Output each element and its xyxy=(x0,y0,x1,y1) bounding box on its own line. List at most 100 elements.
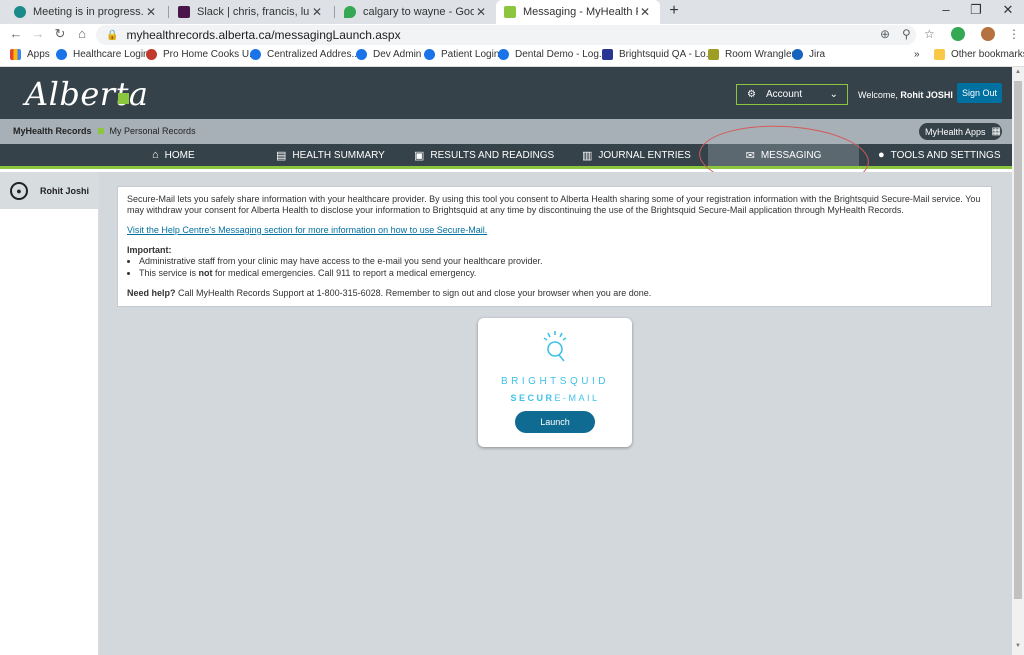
back-icon[interactable]: ← xyxy=(8,26,24,41)
browser-tab[interactable]: calgary to wayne - Google Maps ✕ xyxy=(336,0,496,24)
address-bar: ← → ↻ ⌂ 🔒 myhealthrecords.alberta.ca/mes… xyxy=(0,24,1024,46)
intro-text: Secure-Mail lets you safely share inform… xyxy=(127,194,981,215)
page-scrollbar[interactable]: ▲ ▼ xyxy=(1012,67,1024,655)
nav-tools-and-settings[interactable]: ● TOOLS AND SETTINGS xyxy=(878,144,1001,166)
new-tab-button[interactable]: + xyxy=(666,2,682,20)
account-label: Account xyxy=(765,89,803,100)
bookmark-item[interactable]: Jira xyxy=(792,49,825,60)
left-sidebar: ● Rohit Joshi xyxy=(0,172,99,655)
bookmarks-bar: Apps Healthcare Login Pro Home Cooks U..… xyxy=(0,46,1024,67)
browser-tab-strip: Meeting is in progress... ✕ Slack | chri… xyxy=(0,0,1024,24)
menu-dots-icon[interactable]: ⋮ xyxy=(1008,27,1020,41)
user-avatar-icon: ● xyxy=(10,181,28,200)
bookmark-icon xyxy=(56,49,67,60)
forward-icon[interactable]: → xyxy=(30,26,46,41)
breadcrumb-bar: MyHealth Records My Personal Records MyH… xyxy=(0,119,1012,144)
welcome-text: Welcome, Rohit JOSHI xyxy=(858,90,953,100)
user-name: Rohit JOSHI xyxy=(900,90,953,100)
scrollbar-thumb[interactable] xyxy=(1014,81,1022,599)
reload-icon[interactable]: ↻ xyxy=(52,26,68,42)
alberta-logo[interactable]: Alberta xyxy=(25,75,149,113)
bookmark-star-icon[interactable]: ☆ xyxy=(924,27,935,41)
important-list: Administrative staff from your clinic ma… xyxy=(139,256,982,279)
close-tab-icon[interactable]: ✕ xyxy=(638,5,652,19)
close-tab-icon[interactable]: ✕ xyxy=(310,5,324,19)
need-help-text: Need help? Call MyHealth Records Support… xyxy=(127,288,652,298)
help-centre-link[interactable]: Visit the Help Centre's Messaging sectio… xyxy=(127,225,487,235)
other-bookmarks[interactable]: Other bookmarks xyxy=(934,49,1024,60)
summary-icon: ▤ xyxy=(276,149,287,162)
bookmark-item[interactable]: Dental Demo - Log... xyxy=(498,49,607,60)
breadcrumb-current: My Personal Records xyxy=(109,126,196,136)
tab-title: Slack | chris, francis, luiz, mark.ey xyxy=(197,6,310,18)
nav-journal-entries[interactable]: ▥ JOURNAL ENTRIES xyxy=(582,144,691,166)
browser-tab[interactable]: Meeting is in progress... ✕ xyxy=(6,0,166,24)
url-field[interactable]: 🔒 myhealthrecords.alberta.ca/messagingLa… xyxy=(96,25,916,45)
extension-icon[interactable] xyxy=(951,27,965,41)
bookmarks-overflow-button[interactable]: » xyxy=(914,49,920,60)
list-item: This service is not for medical emergenc… xyxy=(139,268,982,279)
nav-home[interactable]: ⌂ HOME xyxy=(152,144,195,166)
bookmark-icon xyxy=(708,49,719,60)
bookmark-item[interactable]: Brightsquid QA - Lo... xyxy=(602,49,714,60)
secure-mail-info: Secure-Mail lets you safely share inform… xyxy=(117,186,992,307)
scroll-down-icon[interactable]: ▼ xyxy=(1012,643,1024,649)
bookmark-item[interactable]: Centralized Addres... xyxy=(250,49,360,60)
home-browser-icon[interactable]: ⌂ xyxy=(74,26,90,41)
myhealth-apps-button[interactable]: MyHealth Apps ▦ xyxy=(919,123,1002,140)
browser-tab-active[interactable]: Messaging - MyHealth Records ✕ xyxy=(496,0,660,24)
bookmark-icon xyxy=(792,49,803,60)
sign-out-button[interactable]: Sign Out xyxy=(957,83,1002,103)
tab-title: Meeting is in progress... xyxy=(33,6,144,18)
bookmark-item[interactable]: Healthcare Login xyxy=(56,49,149,60)
breadcrumb: MyHealth Records My Personal Records xyxy=(13,126,196,136)
myhealth-favicon-icon xyxy=(504,6,516,18)
profile-item[interactable]: ● Rohit Joshi xyxy=(0,172,99,209)
browser-tab[interactable]: Slack | chris, francis, luiz, mark.ey ✕ xyxy=(170,0,332,24)
lock-icon: 🔒 xyxy=(106,29,119,41)
apps-grid-icon: ▦ xyxy=(991,126,1001,137)
url-text: myhealthrecords.alberta.ca/messagingLaun… xyxy=(126,28,401,42)
launch-button[interactable]: Launch xyxy=(515,411,595,433)
bookmark-icon xyxy=(250,49,261,60)
bookmark-item[interactable]: Pro Home Cooks U... xyxy=(146,49,257,60)
brightsquid-card: BRIGHTSQUID SECURE-MAIL Launch xyxy=(478,318,632,447)
close-tab-icon[interactable]: ✕ xyxy=(474,5,488,19)
home-icon: ⌂ xyxy=(152,149,159,161)
slack-favicon-icon xyxy=(178,6,190,18)
bookmark-icon xyxy=(602,49,613,60)
important-heading: Important: xyxy=(127,245,172,255)
bookmark-icon xyxy=(146,49,157,60)
site-header: Alberta ⚙ Account ⌄ Welcome, Rohit JOSHI… xyxy=(0,67,1012,119)
bookmark-icon xyxy=(424,49,435,60)
install-icon[interactable]: ⊕ xyxy=(880,27,890,41)
zoom-icon[interactable]: ⚲ xyxy=(902,27,911,41)
secure-email-label: SECURE-MAIL xyxy=(510,393,600,403)
folder-icon xyxy=(934,49,945,60)
bookmark-icon xyxy=(498,49,509,60)
scroll-up-icon[interactable]: ▲ xyxy=(1012,69,1024,75)
profile-name: Rohit Joshi xyxy=(40,185,89,196)
bookmark-item[interactable]: Room Wrangler xyxy=(708,49,795,60)
account-dropdown[interactable]: ⚙ Account ⌄ xyxy=(736,84,848,105)
bookmark-item[interactable]: Dev Admin xyxy=(356,49,421,60)
profile-avatar[interactable] xyxy=(981,27,995,41)
clipboard-icon: ▣ xyxy=(414,149,425,162)
apps-grid-icon xyxy=(10,49,21,60)
gear-icon: ⚙ xyxy=(747,89,756,100)
bookmark-icon xyxy=(356,49,367,60)
user-icon: ● xyxy=(878,149,885,161)
nav-results-and-readings[interactable]: ▣ RESULTS AND READINGS xyxy=(414,144,554,166)
brightsquid-logo-icon xyxy=(543,331,567,362)
close-window-button[interactable]: ✕ xyxy=(998,2,1018,18)
main-content: Secure-Mail lets you safely share inform… xyxy=(99,172,1012,655)
chevron-down-icon: ⌄ xyxy=(829,89,838,100)
breadcrumb-root[interactable]: MyHealth Records xyxy=(13,126,92,136)
list-item: Administrative staff from your clinic ma… xyxy=(139,256,982,267)
restore-button[interactable]: ❐ xyxy=(966,2,986,18)
minimize-button[interactable]: – xyxy=(936,2,956,17)
bookmark-item[interactable]: Patient Login xyxy=(424,49,499,60)
nav-health-summary[interactable]: ▤ HEALTH SUMMARY xyxy=(276,144,385,166)
bookmark-apps[interactable]: Apps xyxy=(10,49,50,60)
close-tab-icon[interactable]: ✕ xyxy=(144,5,158,19)
